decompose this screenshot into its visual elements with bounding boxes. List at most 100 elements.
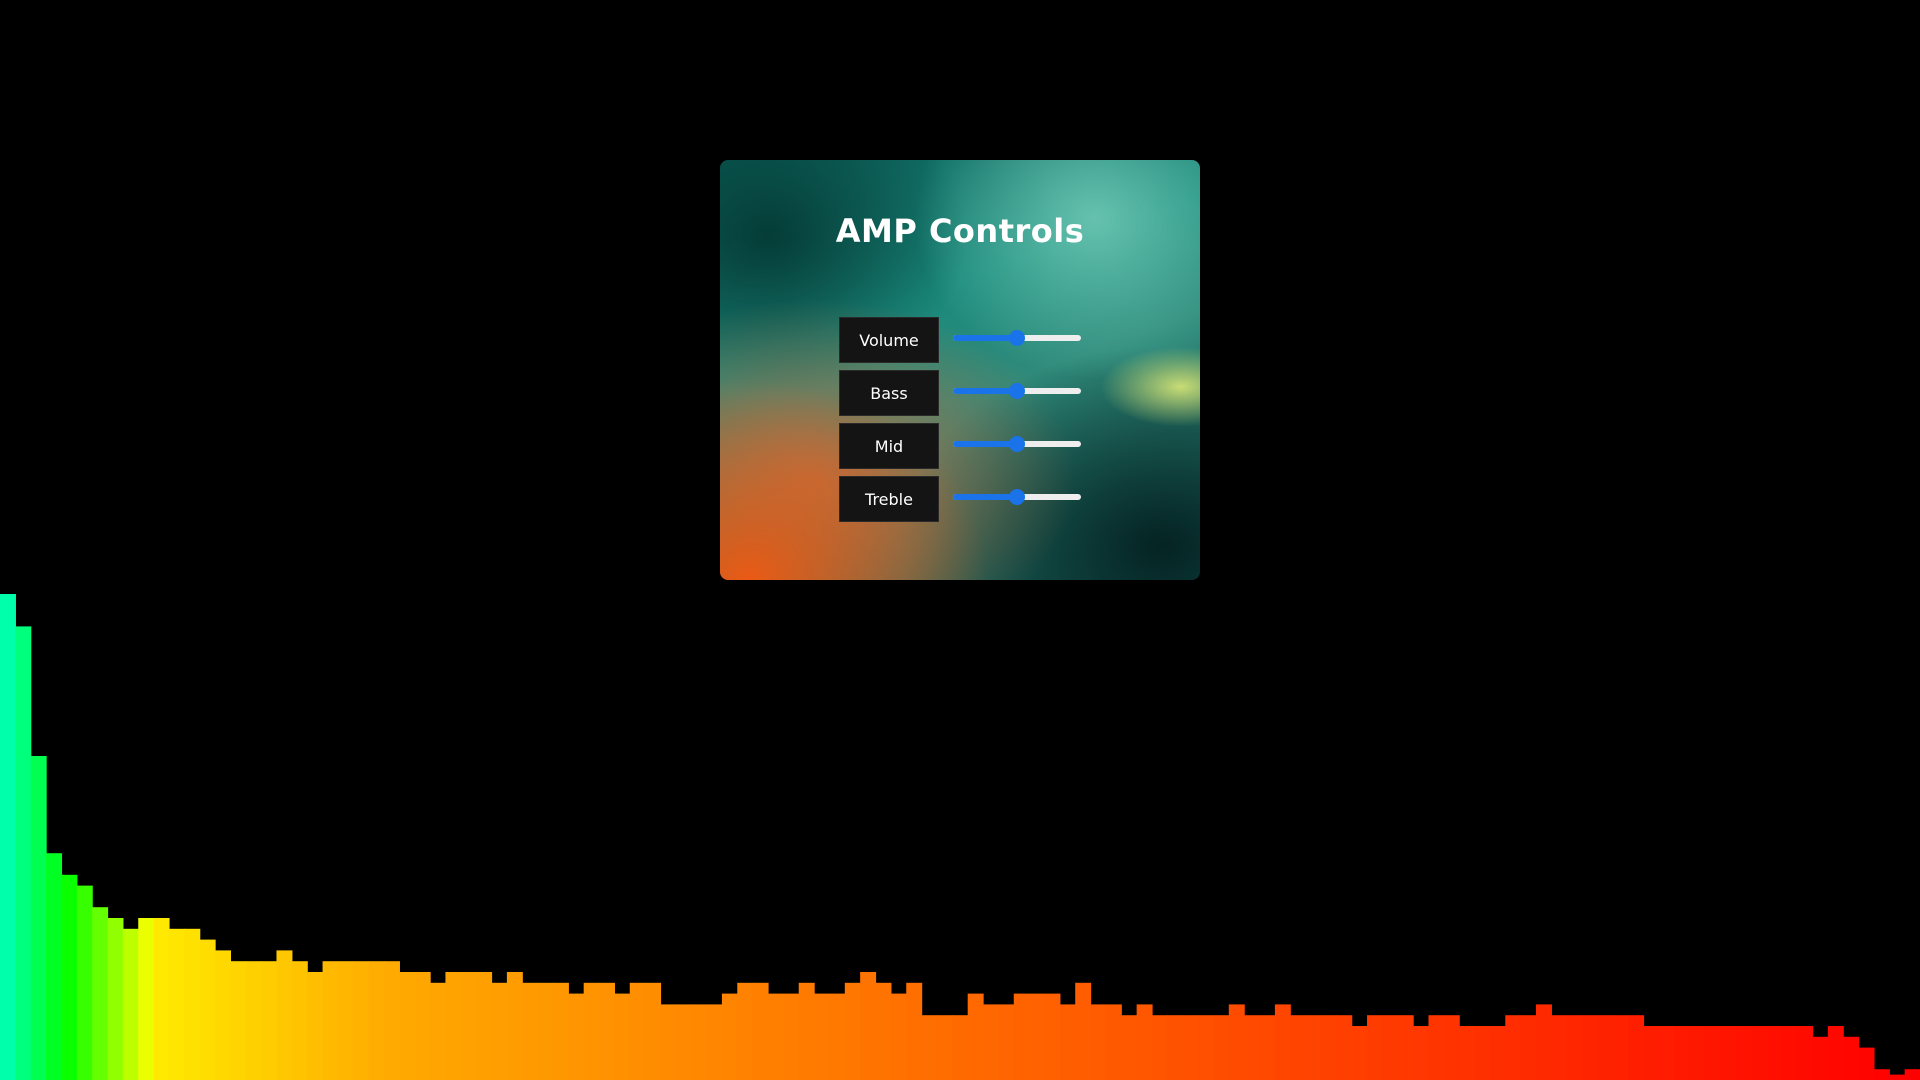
spectrum-bar <box>107 918 124 1080</box>
spectrum-bar <box>414 972 431 1080</box>
spectrum-bar <box>76 885 93 1080</box>
spectrum-bar <box>1858 1047 1875 1080</box>
spectrum-bar <box>998 1004 1015 1080</box>
panel-title: AMP Controls <box>835 212 1085 250</box>
spectrum-bar <box>1797 1026 1814 1080</box>
spectrum-bar <box>1781 1026 1798 1080</box>
spectrum-bar <box>368 961 385 1080</box>
spectrum-bar <box>92 907 109 1080</box>
spectrum-bar <box>1643 1026 1660 1080</box>
slider-fill <box>953 388 1017 394</box>
spectrum-bar <box>829 993 846 1080</box>
spectrum-bar <box>1213 1015 1230 1080</box>
spectrum-bar <box>337 961 354 1080</box>
spectrum-bar <box>583 982 600 1080</box>
spectrum-bar <box>660 1004 677 1080</box>
spectrum-bar <box>1198 1015 1215 1080</box>
spectrum-bar <box>706 1004 723 1080</box>
spectrum-bar <box>552 982 569 1080</box>
spectrum-bar <box>138 918 155 1080</box>
spectrum-bar <box>675 1004 692 1080</box>
spectrum-bar <box>952 1015 969 1080</box>
volume-slider[interactable] <box>953 328 1081 348</box>
spectrum-bar <box>1059 1004 1076 1080</box>
spectrum-bar <box>1274 1004 1291 1080</box>
spectrum-bar <box>737 982 754 1080</box>
spectrum-bar <box>1244 1015 1261 1080</box>
spectrum-bar <box>1766 1026 1783 1080</box>
slider-thumb[interactable] <box>1009 436 1025 452</box>
spectrum-bar <box>1228 1004 1245 1080</box>
spectrum-bar <box>1597 1015 1614 1080</box>
spectrum-bar <box>906 982 923 1080</box>
spectrum-bar <box>629 982 646 1080</box>
spectrum-bar <box>1090 1004 1107 1080</box>
spectrum-bar <box>1459 1026 1476 1080</box>
spectrum-bar <box>1751 1026 1767 1080</box>
spectrum-bar <box>752 982 769 1080</box>
mid-label: Mid <box>839 423 939 469</box>
spectrum-bar <box>614 993 631 1080</box>
bass-slider[interactable] <box>953 381 1081 401</box>
treble-slider[interactable] <box>953 487 1081 507</box>
spectrum-bar <box>153 918 170 1080</box>
spectrum-bar <box>1029 993 1046 1080</box>
spectrum-bar <box>599 982 615 1080</box>
spectrum-bar <box>1551 1015 1568 1080</box>
spectrum-bar <box>1489 1026 1506 1080</box>
mid-slider[interactable] <box>953 434 1081 454</box>
spectrum-bar <box>890 993 907 1080</box>
volume-label: Volume <box>839 317 939 363</box>
spectrum-bar <box>476 972 493 1080</box>
spectrum-bar <box>199 939 216 1080</box>
spectrum-bar <box>1367 1015 1383 1080</box>
spectrum-bar <box>1428 1015 1445 1080</box>
spectrum-bar <box>798 982 815 1080</box>
spectrum-bar <box>844 982 861 1080</box>
spectrum-bar <box>276 950 293 1080</box>
spectrum-bar <box>1351 1026 1368 1080</box>
spectrum-bar <box>1336 1015 1353 1080</box>
spectrum-bar <box>936 1015 953 1080</box>
spectrum-bar <box>353 961 370 1080</box>
spectrum-bar <box>322 961 339 1080</box>
spectrum-bar <box>122 928 139 1080</box>
spectrum-bar <box>245 961 262 1080</box>
spectrum-bar <box>1013 993 1030 1080</box>
spectrum-bar <box>1566 1015 1583 1080</box>
spectrum-bar <box>814 993 831 1080</box>
spectrum-bar <box>1658 1026 1675 1080</box>
spectrum-bar <box>1674 1026 1691 1080</box>
spectrum-bar <box>721 993 738 1080</box>
slider-fill <box>953 335 1017 341</box>
spectrum-bar <box>307 972 324 1080</box>
spectrum-bar <box>875 982 892 1080</box>
spectrum-bar <box>430 982 447 1080</box>
slider-thumb[interactable] <box>1009 383 1025 399</box>
spectrum-bar <box>445 972 462 1080</box>
spectrum-bar <box>399 972 416 1080</box>
spectrum-bar <box>230 961 247 1080</box>
spectrum-bar <box>184 928 201 1080</box>
slider-thumb[interactable] <box>1009 489 1025 505</box>
spectrum-bar <box>0 594 16 1080</box>
spectrum-bar <box>1536 1004 1552 1080</box>
amp-controls-panel: AMP Controls Volume Bass Mid Treble <box>720 160 1200 580</box>
spectrum-bar <box>1505 1015 1522 1080</box>
spectrum-bar <box>46 853 63 1080</box>
spectrum-bar <box>1474 1026 1491 1080</box>
spectrum-bar <box>1259 1015 1276 1080</box>
slider-thumb[interactable] <box>1009 330 1025 346</box>
spectrum-bar <box>967 993 984 1080</box>
treble-label: Treble <box>839 476 939 522</box>
spectrum-bar <box>1628 1015 1645 1080</box>
spectrum-bar <box>1704 1026 1721 1080</box>
spectrum-bar <box>460 972 477 1080</box>
spectrum-bar <box>1290 1015 1307 1080</box>
spectrum-bar <box>168 928 185 1080</box>
spectrum-bar <box>61 874 78 1080</box>
spectrum-bar <box>645 982 662 1080</box>
spectrum-bar <box>215 950 231 1080</box>
spectrum-bar <box>291 961 308 1080</box>
spectrum-bar <box>1382 1015 1399 1080</box>
